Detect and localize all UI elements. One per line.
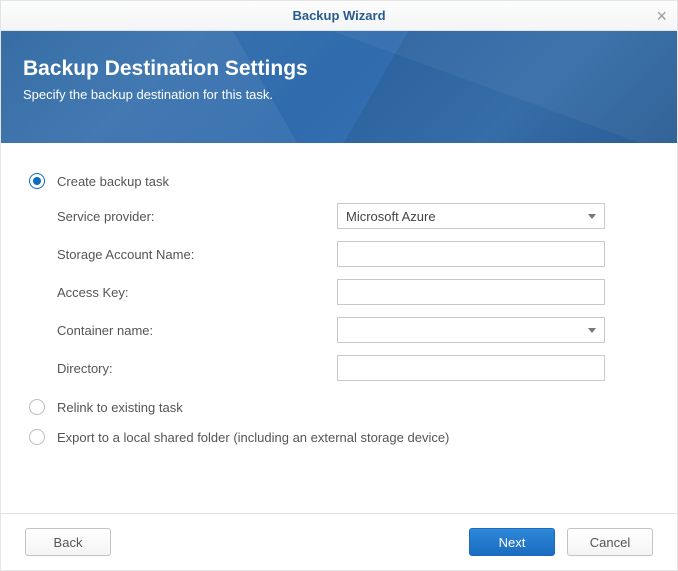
radio-icon[interactable] bbox=[29, 399, 45, 415]
titlebar: Backup Wizard × bbox=[1, 1, 677, 31]
label-directory: Directory: bbox=[57, 361, 337, 376]
banner: Backup Destination Settings Specify the … bbox=[1, 31, 677, 143]
footer: Back Next Cancel bbox=[1, 513, 677, 570]
radio-icon[interactable] bbox=[29, 429, 45, 445]
back-button[interactable]: Back bbox=[25, 528, 111, 556]
option-relink[interactable]: Relink to existing task bbox=[29, 399, 649, 415]
row-service-provider: Service provider: Microsoft Azure bbox=[57, 203, 649, 229]
chevron-down-icon bbox=[588, 214, 596, 219]
option-create-backup[interactable]: Create backup task bbox=[29, 173, 649, 189]
chevron-down-icon bbox=[588, 328, 596, 333]
label-service-provider: Service provider: bbox=[57, 209, 337, 224]
next-button[interactable]: Next bbox=[469, 528, 555, 556]
option-export[interactable]: Export to a local shared folder (includi… bbox=[29, 429, 649, 445]
wizard-window: Backup Wizard × Backup Destination Setti… bbox=[0, 0, 678, 571]
row-directory: Directory: bbox=[57, 355, 649, 381]
option-label: Relink to existing task bbox=[57, 400, 183, 415]
dropdown-service-provider[interactable]: Microsoft Azure bbox=[337, 203, 605, 229]
row-container-name: Container name: bbox=[57, 317, 649, 343]
dropdown-container-name[interactable] bbox=[337, 317, 605, 343]
create-backup-form: Service provider: Microsoft Azure Storag… bbox=[29, 203, 649, 381]
row-access-key: Access Key: bbox=[57, 279, 649, 305]
radio-icon[interactable] bbox=[29, 173, 45, 189]
close-icon[interactable]: × bbox=[656, 7, 667, 25]
input-storage-account[interactable] bbox=[337, 241, 605, 267]
label-access-key: Access Key: bbox=[57, 285, 337, 300]
content-area: Create backup task Service provider: Mic… bbox=[1, 143, 677, 513]
input-access-key[interactable] bbox=[337, 279, 605, 305]
label-storage-account: Storage Account Name: bbox=[57, 247, 337, 262]
cancel-button[interactable]: Cancel bbox=[567, 528, 653, 556]
banner-subtitle: Specify the backup destination for this … bbox=[23, 87, 655, 102]
label-container-name: Container name: bbox=[57, 323, 337, 338]
window-title: Backup Wizard bbox=[292, 8, 385, 23]
banner-title: Backup Destination Settings bbox=[23, 57, 655, 81]
dropdown-value: Microsoft Azure bbox=[346, 209, 436, 224]
input-directory[interactable] bbox=[337, 355, 605, 381]
option-label: Export to a local shared folder (includi… bbox=[57, 430, 449, 445]
row-storage-account: Storage Account Name: bbox=[57, 241, 649, 267]
option-label: Create backup task bbox=[57, 174, 169, 189]
